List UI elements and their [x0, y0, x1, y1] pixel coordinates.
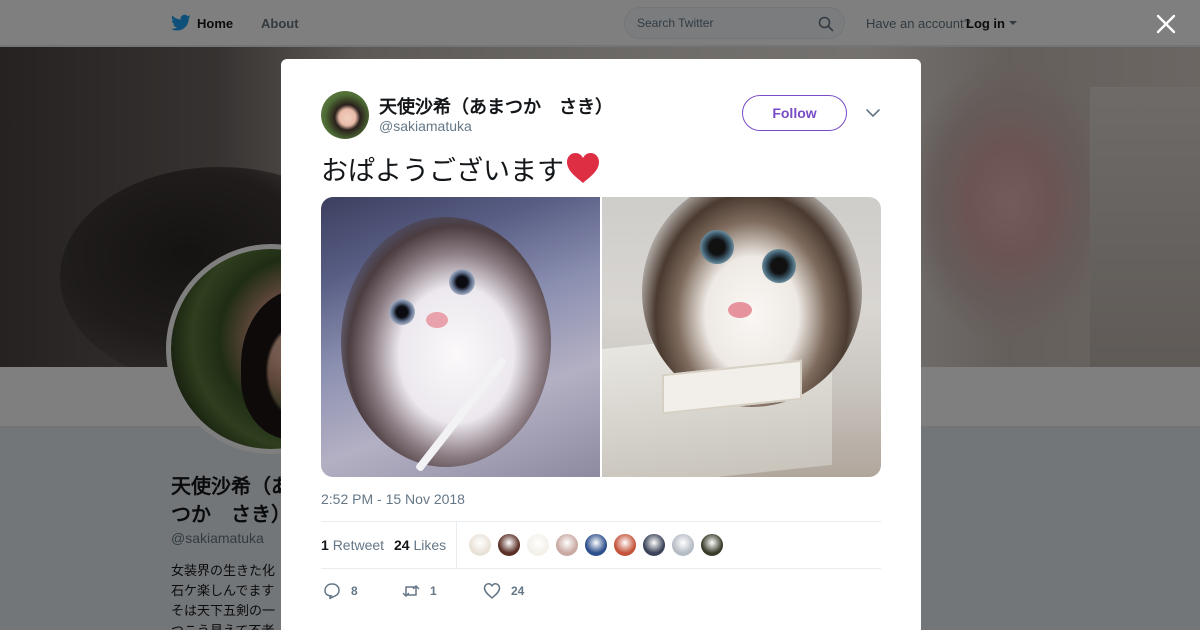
tweet-photo-1[interactable]: [321, 197, 600, 477]
liker-avatar[interactable]: [468, 533, 492, 557]
liker-avatar[interactable]: [584, 533, 608, 557]
close-icon[interactable]: [1155, 13, 1177, 35]
tweet-author-avatar[interactable]: [321, 91, 369, 139]
retweet-stat[interactable]: 1 Retweet: [321, 537, 384, 553]
liker-avatar[interactable]: [642, 533, 666, 557]
tweet-author-name[interactable]: 天使沙希（あまつか さき）: [379, 93, 613, 119]
tweet-media: [321, 197, 881, 477]
cat-eye-shape: [700, 230, 734, 264]
retweet-action-count: 1: [430, 584, 437, 598]
chevron-down-icon[interactable]: [866, 108, 880, 118]
cat-nose-shape: [426, 312, 448, 328]
liker-avatar[interactable]: [497, 533, 521, 557]
cat-eye-shape: [449, 269, 475, 295]
stats-divider: [456, 522, 457, 569]
follow-button[interactable]: Follow: [742, 95, 847, 131]
liker-avatar[interactable]: [555, 533, 579, 557]
retweet-icon: [402, 585, 420, 597]
reply-icon: [324, 583, 340, 600]
tweet-photo-2[interactable]: [602, 197, 881, 477]
cat-nose-shape: [728, 302, 752, 318]
reply-button[interactable]: 8: [323, 579, 358, 603]
liker-avatar[interactable]: [671, 533, 695, 557]
retweet-stat-label: Retweet: [332, 537, 385, 553]
like-count: 24: [394, 537, 410, 553]
tweet-text-content: おぱようございます: [321, 156, 564, 186]
tweet-author-handle[interactable]: @sakiamatuka: [379, 118, 472, 134]
heart-icon: [483, 583, 501, 599]
liker-avatar[interactable]: [700, 533, 724, 557]
retweet-count: 1: [321, 537, 329, 553]
liker-avatar[interactable]: [526, 533, 550, 557]
reply-count: 8: [351, 584, 358, 598]
liker-avatar[interactable]: [613, 533, 637, 557]
tweet-timestamp[interactable]: 2:52 PM - 15 Nov 2018: [321, 491, 465, 507]
likes-stat[interactable]: 24 Likes: [394, 537, 446, 553]
tweet-actions: 8 1 24: [321, 579, 881, 603]
likes-stat-label: Likes: [413, 537, 447, 553]
like-button[interactable]: 24: [483, 579, 524, 603]
heart-emoji-icon: [567, 153, 599, 183]
retweet-button[interactable]: 1: [402, 579, 437, 603]
tweet-stats: 1 Retweet 24 Likes: [321, 521, 881, 569]
cat-eye-shape: [389, 299, 415, 325]
tweet-text: おぱようございます: [321, 151, 600, 191]
like-action-count: 24: [511, 584, 525, 598]
cat-eye-shape: [762, 249, 796, 283]
tweet-modal: 天使沙希（あまつか さき） @sakiamatuka Follow おぱようござ…: [281, 59, 921, 630]
